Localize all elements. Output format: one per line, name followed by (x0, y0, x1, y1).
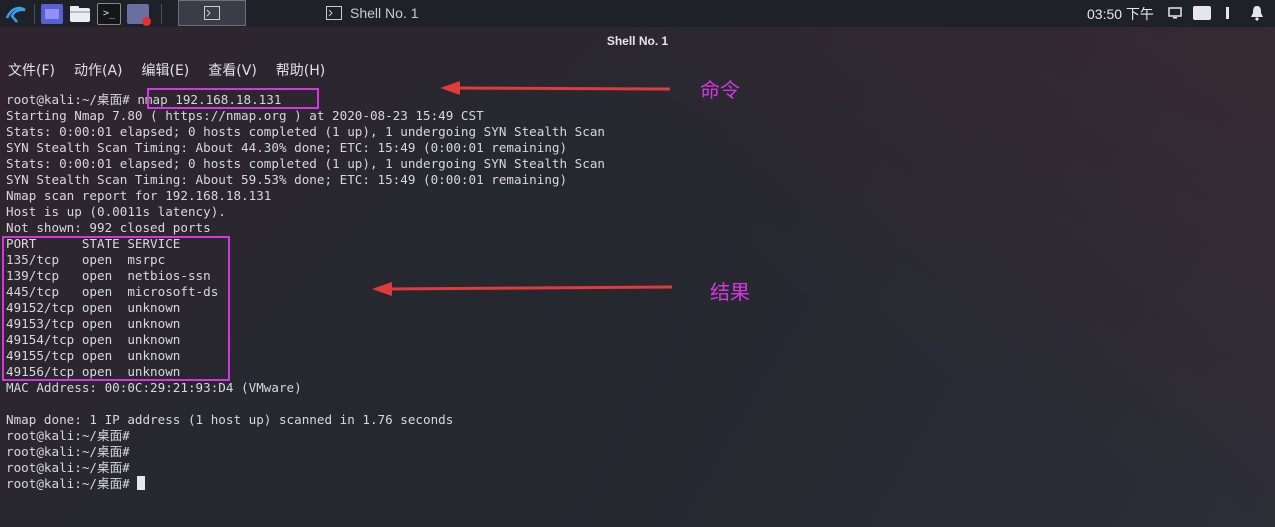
menu-action[interactable]: 动作(A) (74, 60, 123, 80)
workspace-icon[interactable] (41, 3, 63, 24)
top-panel: >_ Shell No. 1 03:50 下午 (0, 0, 1275, 27)
menu-help[interactable]: 帮助(H) (276, 60, 325, 80)
window-title: Shell No. 1 (606, 34, 669, 48)
prompt: root@kali:~/桌面# (6, 428, 138, 443)
prompt: root@kali:~/桌面# (6, 476, 138, 491)
menu-edit[interactable]: 编辑(E) (142, 60, 190, 80)
output-line: Stats: 0:00:01 elapsed; 0 hosts complete… (6, 124, 605, 139)
prompt: root@kali:~/桌面# (6, 444, 138, 459)
volume-icon[interactable] (1221, 4, 1233, 22)
panel-separator (161, 3, 162, 24)
screen-recorder-icon[interactable] (127, 3, 151, 26)
mac-address-line: MAC Address: 00:0C:29:21:93:D4 (VMware) (6, 380, 302, 395)
menu-view[interactable]: 查看(V) (208, 60, 257, 80)
panel-separator (34, 3, 35, 24)
output-line: Host is up (0.0011s latency). (6, 204, 226, 219)
output-line: Not shown: 992 closed ports (6, 220, 211, 235)
terminal-icon (326, 6, 342, 20)
result-highlight-box (2, 236, 230, 381)
desktop: >_ Shell No. 1 03:50 下午 Shell No. 1 文件(F… (0, 0, 1275, 527)
arrow-icon (372, 282, 673, 296)
display-icon[interactable] (1167, 4, 1183, 22)
output-line: Stats: 0:00:01 elapsed; 0 hosts complete… (6, 156, 605, 171)
taskbar-window-title: Shell No. 1 (350, 5, 419, 21)
bell-icon[interactable] (1249, 4, 1265, 22)
keyboard-layout-icon[interactable] (1192, 4, 1212, 22)
arrow-icon (440, 81, 671, 95)
taskbar-terminal-button[interactable] (178, 0, 246, 26)
prompt: root@kali:~/桌面# (6, 92, 138, 107)
menu-file[interactable]: 文件(F) (8, 60, 55, 80)
file-manager-icon[interactable] (69, 4, 91, 24)
kali-menu-icon[interactable] (4, 3, 28, 25)
clock[interactable]: 03:50 下午 (1087, 4, 1154, 24)
command-highlight-box (147, 88, 319, 109)
output-line: SYN Stealth Scan Timing: About 44.30% do… (6, 140, 568, 155)
command-annotation: 命令 (700, 78, 740, 102)
output-line: Starting Nmap 7.80 ( https://nmap.org ) … (6, 108, 484, 123)
output-line: SYN Stealth Scan Timing: About 59.53% do… (6, 172, 568, 187)
output-line: Nmap scan report for 192.168.18.131 (6, 188, 272, 203)
nmap-done-line: Nmap done: 1 IP address (1 host up) scan… (6, 412, 454, 427)
taskbar-window-shell[interactable]: Shell No. 1 (326, 0, 418, 26)
menu-bar: 文件(F) 动作(A) 编辑(E) 查看(V) 帮助(H) (8, 60, 344, 80)
terminal-icon[interactable]: >_ (97, 2, 121, 25)
result-annotation: 结果 (710, 280, 750, 304)
prompt: root@kali:~/桌面# (6, 460, 138, 475)
terminal-icon (204, 6, 220, 20)
text-cursor (137, 476, 146, 490)
